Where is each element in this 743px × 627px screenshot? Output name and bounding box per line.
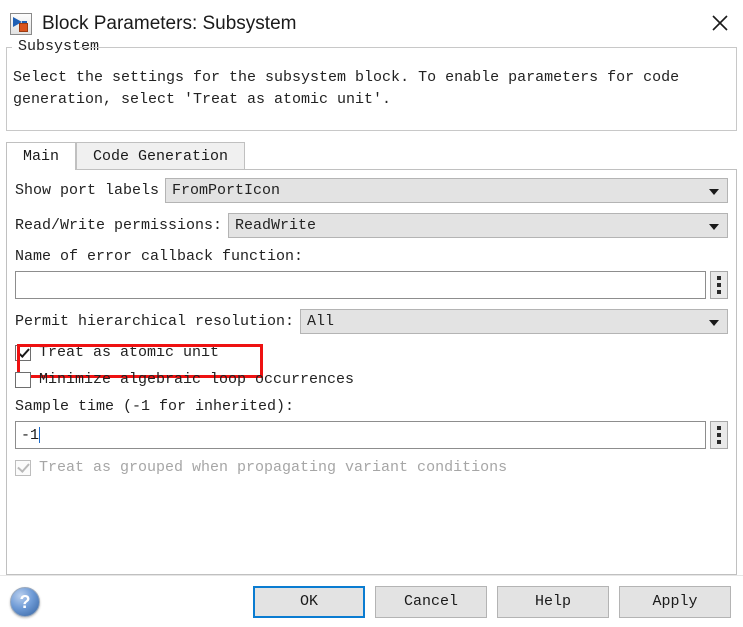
tab-strip: Main Code Generation [6, 141, 737, 169]
description-legend: Subsystem [15, 37, 102, 56]
read-write-permissions-row: Read/Write permissions: ReadWrite [15, 213, 728, 238]
error-callback-row [15, 271, 728, 299]
show-port-labels-select[interactable]: FromPortIcon [165, 178, 728, 203]
block-parameters-dialog: Block Parameters: Subsystem Subsystem Se… [0, 0, 743, 627]
hierarchical-resolution-value: All [301, 313, 334, 330]
tab-code-generation[interactable]: Code Generation [76, 142, 245, 169]
error-callback-label: Name of error callback function: [15, 248, 728, 265]
sample-time-label: Sample time (-1 for inherited): [15, 398, 728, 415]
treat-as-grouped-row: Treat as grouped when propagating varian… [15, 459, 728, 476]
hierarchical-resolution-row: Permit hierarchical resolution: All [15, 309, 728, 334]
chevron-down-icon [709, 320, 719, 326]
sample-time-input[interactable]: -1 [15, 421, 706, 449]
error-callback-input[interactable] [15, 271, 706, 299]
show-port-labels-row: Show port labels FromPortIcon [15, 178, 728, 203]
cancel-button[interactable]: Cancel [375, 586, 487, 618]
tab-main[interactable]: Main [6, 142, 76, 170]
help-button[interactable]: Help [497, 586, 609, 618]
read-write-permissions-label: Read/Write permissions: [15, 217, 222, 234]
minimize-algebraic-loop-row: Minimize algebraic loop occurrences [15, 371, 728, 388]
treat-as-atomic-unit-checkbox[interactable] [15, 345, 31, 361]
help-icon[interactable]: ? [10, 587, 40, 617]
sample-time-value: -1 [21, 427, 39, 444]
title-bar: Block Parameters: Subsystem [0, 0, 743, 47]
minimize-algebraic-loop-checkbox[interactable] [15, 372, 31, 388]
text-caret [39, 427, 40, 443]
sample-time-row: -1 [15, 421, 728, 449]
window-title: Block Parameters: Subsystem [42, 13, 296, 35]
error-callback-browse-button[interactable] [710, 271, 728, 299]
read-write-permissions-value: ReadWrite [229, 217, 316, 234]
chevron-down-icon [709, 224, 719, 230]
apply-button[interactable]: Apply [619, 586, 731, 618]
treat-as-atomic-unit-row: Treat as atomic unit [15, 344, 728, 361]
hierarchical-resolution-label: Permit hierarchical resolution: [15, 313, 294, 330]
description-text: Select the settings for the subsystem bl… [13, 67, 730, 111]
minimize-algebraic-loop-label: Minimize algebraic loop occurrences [39, 371, 354, 388]
hierarchical-resolution-select[interactable]: All [300, 309, 728, 334]
ok-button[interactable]: OK [253, 586, 365, 618]
treat-as-atomic-unit-label: Treat as atomic unit [39, 344, 219, 361]
main-tab-panel: Show port labels FromPortIcon Read/Write… [6, 169, 737, 575]
subsystem-block-icon [10, 13, 32, 35]
dialog-footer: ? OK Cancel Help Apply [0, 575, 743, 627]
chevron-down-icon [709, 189, 719, 195]
treat-as-grouped-checkbox [15, 460, 31, 476]
show-port-labels-value: FromPortIcon [166, 182, 280, 199]
read-write-permissions-select[interactable]: ReadWrite [228, 213, 728, 238]
close-icon[interactable] [697, 0, 743, 46]
show-port-labels-label: Show port labels [15, 182, 159, 199]
sample-time-browse-button[interactable] [710, 421, 728, 449]
description-group: Subsystem Select the settings for the su… [6, 47, 737, 131]
treat-as-grouped-label: Treat as grouped when propagating varian… [39, 459, 507, 476]
